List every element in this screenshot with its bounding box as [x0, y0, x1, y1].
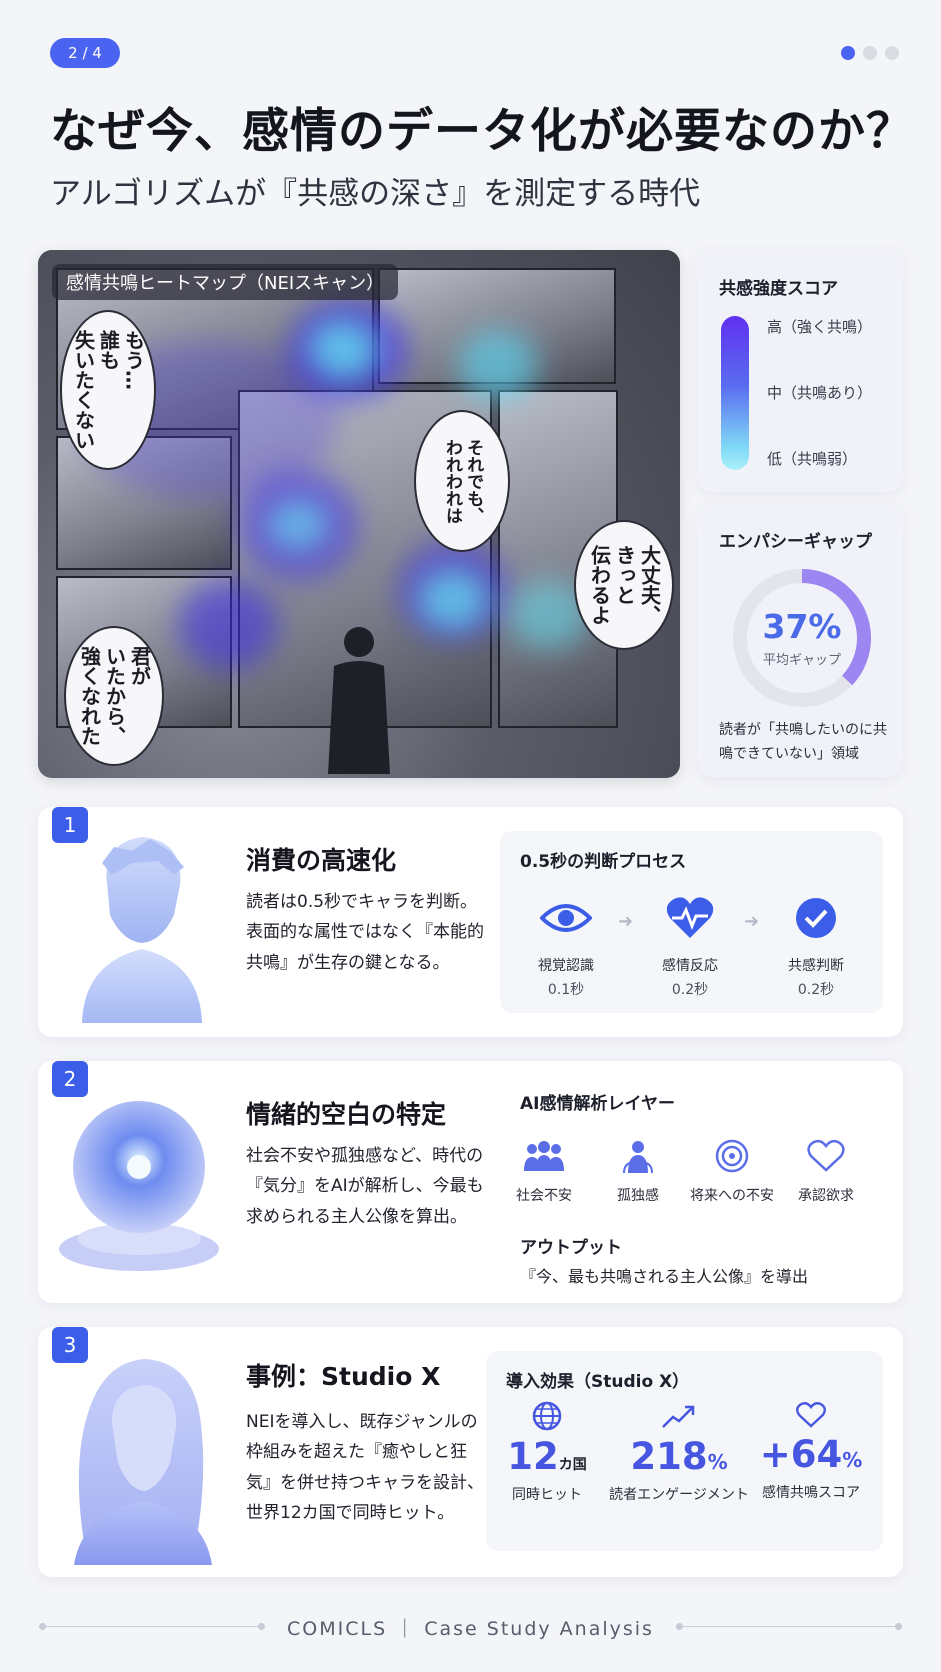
crystal-bust-figure: [82, 837, 202, 1023]
layer-item: 承認欲求: [776, 1139, 876, 1205]
page-subtitle: アルゴリズムが『共感の深さ』を測定する時代: [50, 176, 701, 212]
effect-item: 12カ国 同時ヒット: [472, 1401, 622, 1504]
effect-value: 12カ国: [507, 1435, 587, 1478]
footer: COMICLS ｜ Case Study Analysis: [38, 1612, 903, 1642]
layer-label: 将来への不安: [690, 1188, 774, 1204]
section-body: 読者は0.5秒でキャラを判断。表面的な属性ではなく『本能的共鳴』が生存の鍵となる…: [246, 892, 484, 973]
heart-icon: [796, 1402, 826, 1428]
layer-label: 社会不安: [516, 1188, 572, 1204]
effect-label: 同時ヒット: [512, 1487, 582, 1503]
ai-analysis-layer-panel: AI感情解析レイヤー 社会不安 孤独感 将来への不安 承認欲求 アウトプット 『…: [500, 1073, 883, 1287]
step-label: 視覚認識: [538, 958, 594, 974]
people-icon: [524, 1141, 564, 1171]
gap-value: 37%: [762, 607, 842, 646]
step-time: 0.2秒: [671, 982, 709, 998]
output-text: 『今、最も共鳴される主人公像』を導出: [520, 1267, 809, 1286]
empathy-gap-card: エンパシーギャップ 37% 平均ギャップ 読者が「共鳴したいのに共鳴できていない…: [697, 505, 903, 777]
impact-panel: 導入効果（Studio X） 12カ国 同時ヒット 218% 読者エンゲージメン…: [486, 1351, 883, 1551]
speech-bubble: 大丈夫、 きっと 伝わるよ: [574, 520, 674, 650]
step-label: 感情反応: [662, 958, 718, 974]
effect-label: 読者エンゲージメント: [609, 1487, 749, 1503]
effect-value: +64%: [759, 1433, 863, 1476]
crystal-ball-figure: [59, 1101, 219, 1271]
panel-title: 0.5秒の判断プロセス: [520, 852, 687, 872]
effect-label: 感情共鳴スコア: [762, 1485, 860, 1501]
footer-text: COMICLS ｜ Case Study Analysis: [287, 1618, 654, 1640]
section-title: 事例：Studio X: [246, 1362, 441, 1391]
section-body: NEIを導入し、既存ジャンルの枠組みを超えた『癒やしと狂気』を併せ持つキャラを設…: [246, 1412, 484, 1523]
eye-icon: [540, 904, 592, 932]
score-card-title: 共感強度スコア: [719, 279, 838, 299]
process-step: 感情反応 0.2秒: [640, 895, 740, 999]
layer-item: 社会不安: [494, 1139, 594, 1205]
arrow-right-icon: ➜: [618, 911, 634, 932]
crystal-girl-figure: [74, 1359, 212, 1565]
section-emotional-gap: 2 情緒的空白の特定 社会不安や孤独感など、時代の『気分』をAIが解析し、今最も…: [38, 1061, 903, 1303]
score-label-high: 高（強く共鳴）: [767, 318, 873, 336]
score-label-mid: 中（共鳴あり）: [767, 384, 873, 402]
layer-item: 将来への不安: [682, 1139, 782, 1205]
output-title: アウトプット: [520, 1238, 622, 1258]
process-step: 共感判断 0.2秒: [766, 895, 866, 999]
layer-label: 孤独感: [617, 1188, 659, 1204]
effect-item: +64% 感情共鳴スコア: [736, 1401, 886, 1502]
speech-bubble: 君が いたから、 強くなれた: [64, 626, 164, 766]
step-label: 共感判断: [788, 958, 844, 974]
pagination-dot[interactable]: [863, 46, 877, 60]
empathy-score-card: 共感強度スコア 高（強く共鳴） 中（共鳴あり） 低（共鳴弱）: [697, 250, 903, 492]
section-body: 社会不安や孤独感など、時代の『気分』をAIが解析し、今最も求められる主人公像を算…: [246, 1146, 484, 1227]
gap-description: 読者が「共鳴したいのに共鳴できていない」領域: [719, 722, 887, 762]
effect-value: 218%: [630, 1435, 728, 1478]
panel-title: 導入効果（Studio X）: [506, 1372, 690, 1392]
page-indicator-badge: 2 / 4: [50, 38, 120, 68]
pagination-dot[interactable]: [885, 46, 899, 60]
step-time: 0.2秒: [797, 982, 835, 998]
gap-sub-label: 平均ギャップ: [762, 653, 841, 668]
person-icon: [623, 1141, 653, 1174]
character-silhouette-icon: [328, 627, 390, 774]
heatmap-label: 感情共鳴ヒートマップ（NEIスキャン）: [52, 264, 399, 300]
network-icon: [715, 1139, 749, 1173]
footer-divider-right: [676, 1623, 902, 1630]
heart-icon: [807, 1139, 845, 1172]
check-circle-icon: [796, 898, 836, 938]
step-time: 0.1秒: [547, 982, 585, 998]
layer-label: 承認欲求: [798, 1188, 854, 1204]
arrow-right-icon: ➜: [744, 911, 760, 932]
panel-title: AI感情解析レイヤー: [520, 1094, 675, 1114]
trend-up-icon: [662, 1405, 695, 1428]
section-title: 情緒的空白の特定: [246, 1100, 447, 1129]
process-step: 視覚認識 0.1秒: [516, 895, 616, 999]
pagination-dots[interactable]: [841, 46, 899, 60]
score-gradient-bar: [721, 316, 749, 470]
score-label-low: 低（共鳴弱）: [767, 450, 858, 468]
page-title: なぜ今、感情のデータ化が必要なのか？: [50, 104, 914, 159]
judgment-process-panel: 0.5秒の判断プロセス 視覚認識 0.1秒 ➜ 感情反応 0.2秒 ➜ 共感判断…: [500, 831, 883, 1013]
effect-item: 218% 読者エンゲージメント: [604, 1401, 754, 1504]
pagination-dot-active[interactable]: [841, 46, 855, 60]
speech-bubble: それでも、 われわれは: [414, 410, 510, 552]
section-case-study: 3 事例：Studio X NEIを導入し、既存ジャンルの枠組みを超えた『癒やし…: [38, 1327, 903, 1577]
emotion-heatmap-image: 感情共鳴ヒートマップ（NEIスキャン） もう… 誰も 失いたくない それでも、 …: [38, 250, 680, 778]
section-consumption-speed: 1 消費の高速化 読者は0.5秒でキャラを判断。表面的な属性ではなく『本能的共鳴…: [38, 807, 903, 1037]
speech-bubble: もう… 誰も 失いたくない: [60, 310, 156, 470]
section-title: 消費の高速化: [246, 846, 397, 875]
gap-card-title: エンパシーギャップ: [719, 532, 872, 552]
heartbeat-icon: [666, 897, 714, 938]
globe-icon: [532, 1401, 562, 1431]
layer-item: 孤独感: [588, 1139, 688, 1205]
